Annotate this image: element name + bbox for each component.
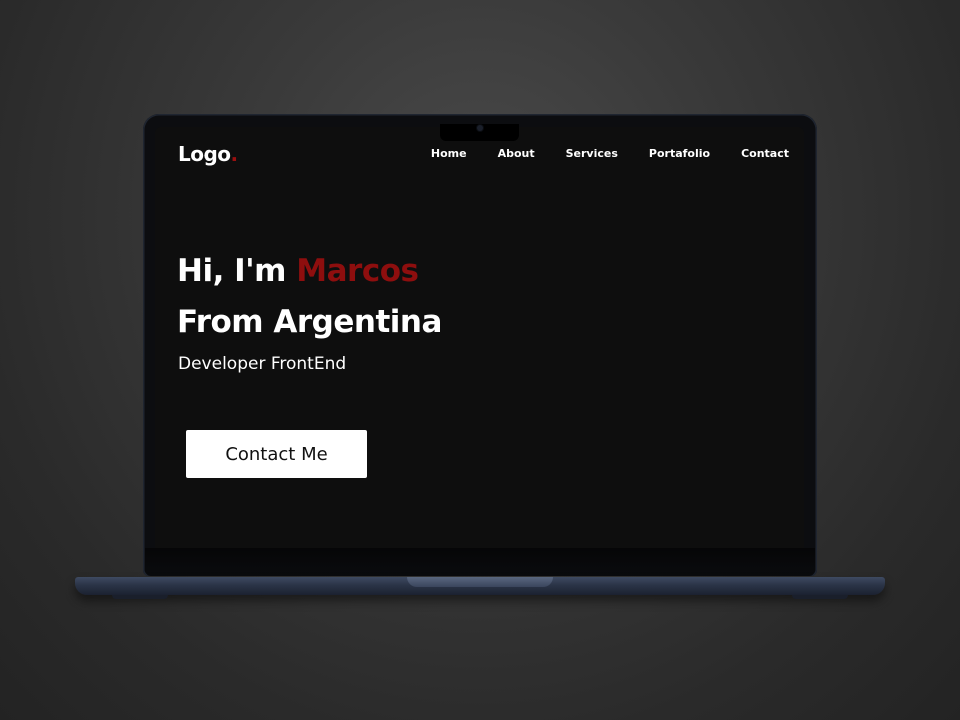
site-logo[interactable]: Logo. bbox=[178, 142, 238, 166]
hero-heading-greeting: Hi, I'm Marcos bbox=[177, 253, 419, 289]
nav-home[interactable]: Home bbox=[431, 147, 467, 160]
nav-services[interactable]: Services bbox=[566, 147, 618, 160]
hero-role: Developer FrontEnd bbox=[178, 354, 347, 374]
laptop-foot-left bbox=[112, 595, 168, 599]
hero-name: Marcos bbox=[296, 253, 419, 289]
laptop-chin bbox=[145, 548, 815, 576]
main-nav: Home About Services Portafolio Contact bbox=[400, 147, 789, 160]
laptop-opening-notch bbox=[407, 577, 553, 587]
logo-dot: . bbox=[230, 142, 239, 166]
webcam-icon bbox=[477, 125, 483, 131]
laptop-screen: Logo. Home About Services Portafolio Con… bbox=[155, 127, 804, 548]
laptop-foot-right bbox=[792, 595, 848, 599]
nav-portfolio[interactable]: Portafolio bbox=[649, 147, 710, 160]
hero-heading-origin: From Argentina bbox=[177, 304, 442, 340]
logo-text: Logo bbox=[178, 142, 231, 166]
hero-greeting: Hi, I'm bbox=[177, 253, 297, 289]
contact-me-button[interactable]: Contact Me bbox=[186, 430, 367, 478]
nav-about[interactable]: About bbox=[498, 147, 535, 160]
nav-contact[interactable]: Contact bbox=[741, 147, 789, 160]
